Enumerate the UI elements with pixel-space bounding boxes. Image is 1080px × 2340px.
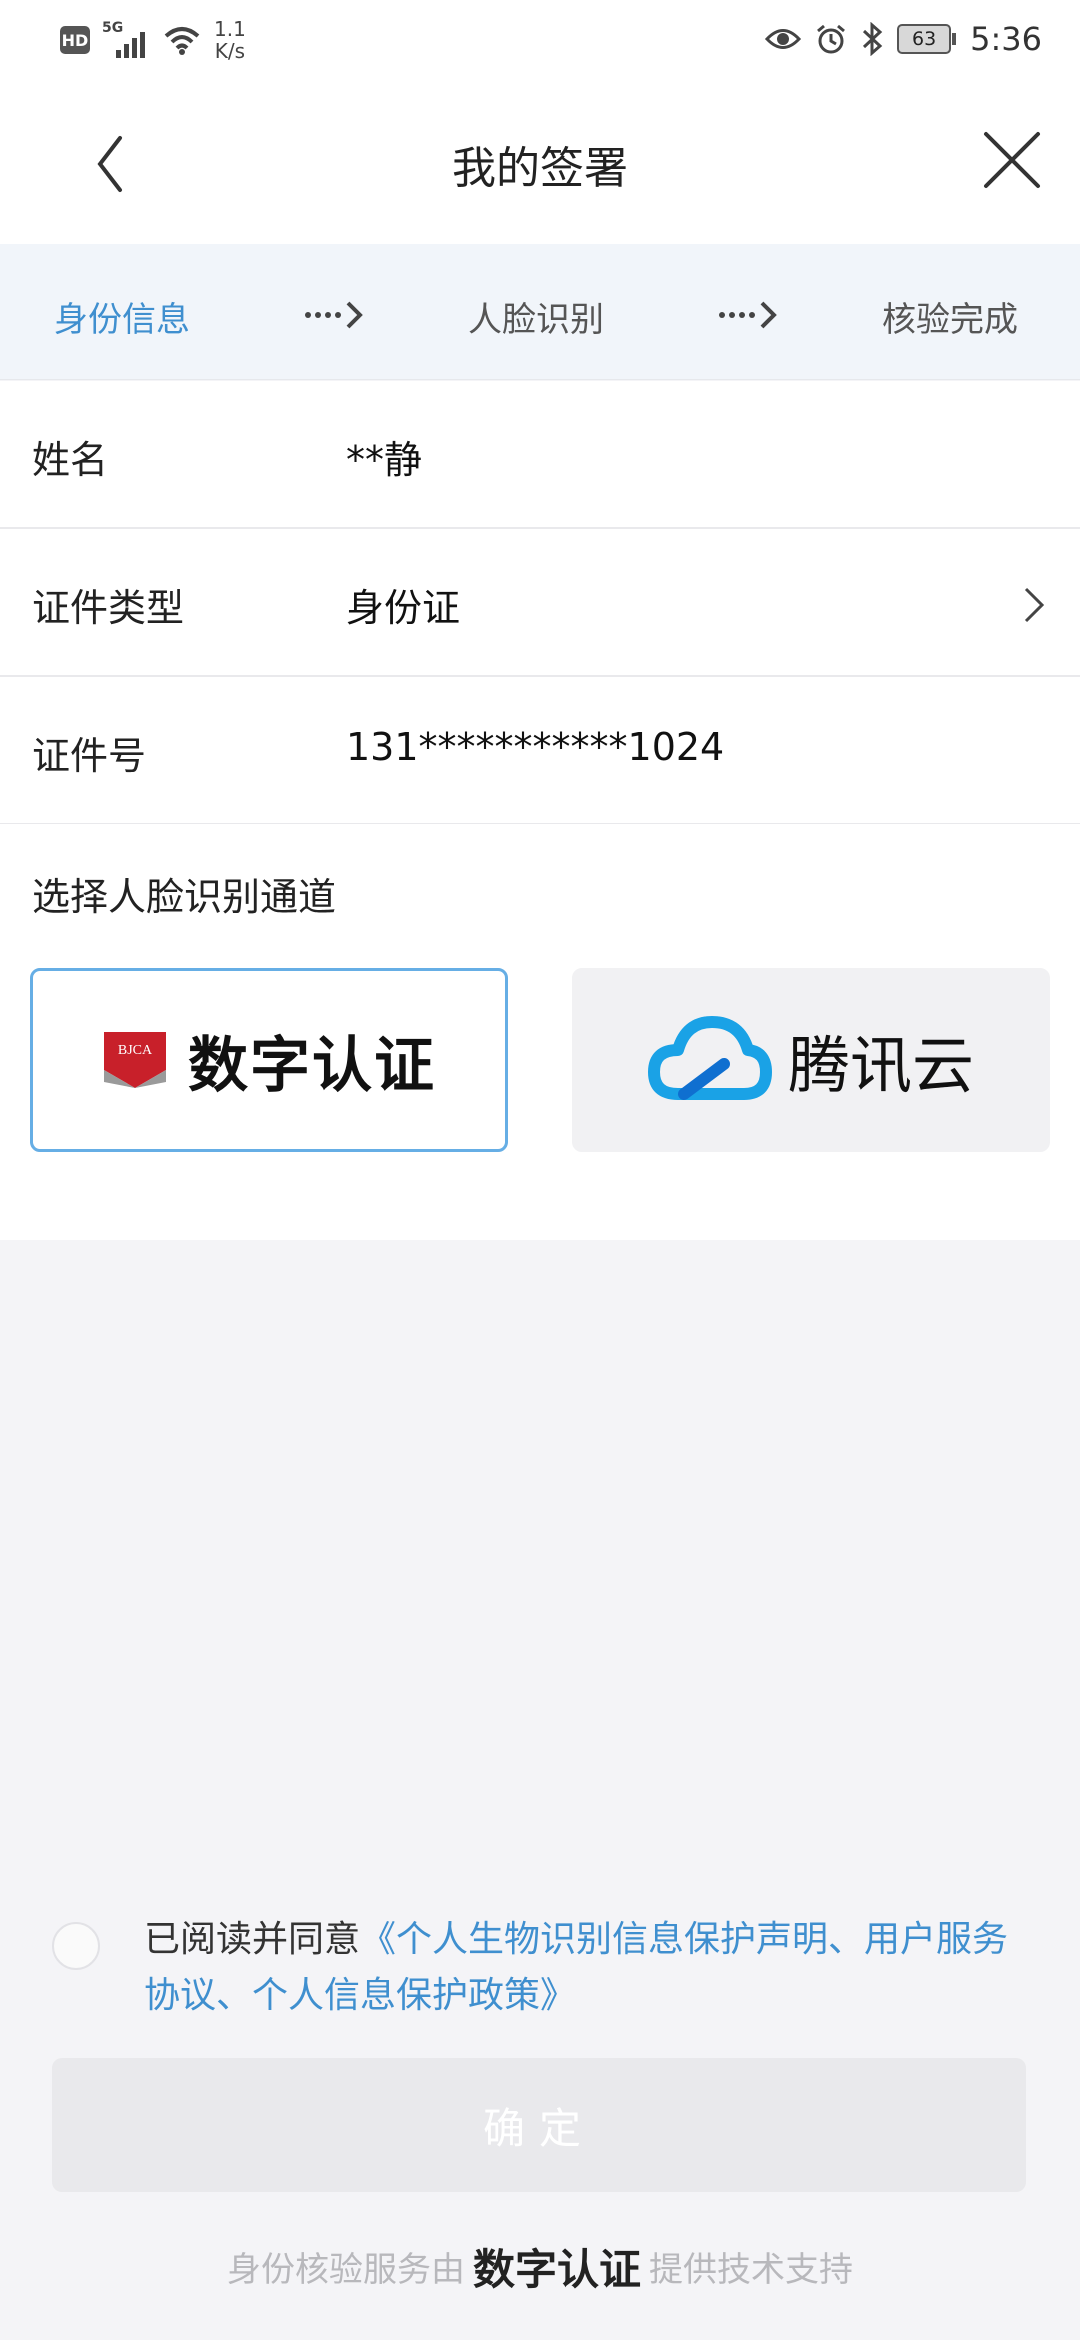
channel-option-bjca[interactable]: BJCA 数字认证 [30,968,508,1152]
network-speed: 1.1 K/s [214,18,246,62]
page-title: 我的签署 [452,143,628,194]
tencent-cloud-logo-icon [647,1016,772,1100]
id-number-value: 131***********1024 [346,725,725,769]
status-right: 63 5:36 [765,20,1042,58]
bjca-logo-icon: BJCA [104,1032,166,1088]
step-verification-complete: 核验完成 [882,300,1018,340]
wifi-icon [164,27,200,55]
dotted-arrow-icon [719,301,777,329]
agree-checkbox[interactable] [52,1922,100,1970]
bluetooth-icon [863,22,883,56]
identity-form: 姓名 **静 证件类型 身份证 证件号 131***********1024 [0,381,1080,825]
battery-level: 63 [897,24,952,54]
name-label: 姓名 [32,438,109,482]
alarm-icon [817,24,846,54]
nav-bar: 我的签署 [0,84,1080,244]
bjca-name: 数字认证 [188,1030,436,1101]
channel-title: 选择人脸识别通道 [32,875,337,919]
confirm-button[interactable]: 确定 [52,2058,1026,2192]
agreement-text: 已阅读并同意《个人生物识别信息保护声明、用户服务协议、个人信息保护政策》 [144,1912,1044,2024]
footer-prefix: 身份核验服务由 [226,2250,465,2290]
signal-icon: 5G [102,20,150,60]
eye-icon [765,29,802,49]
status-left: HD 5G 1.1 K/s [60,18,246,62]
id-type-label: 证件类型 [32,586,185,630]
status-bar: HD 5G 1.1 K/s 63 5:36 [0,0,1080,84]
close-icon[interactable] [976,124,1048,196]
form-row-id-number: 证件号 131***********1024 [0,677,1080,825]
dotted-arrow-icon [305,301,363,329]
form-row-name: 姓名 **静 [0,381,1080,529]
step-identity-info: 身份信息 [54,300,190,340]
battery-icon: 63 [897,24,957,54]
id-type-value: 身份证 [346,586,461,630]
tencent-cloud-name: 腾讯云 [787,1029,974,1102]
speed-unit: K/s [214,39,246,63]
face-channel-section: 选择人脸识别通道 BJCA 数字认证 腾讯云 [0,824,1080,1240]
clock: 5:36 [970,20,1042,58]
agreement-prefix: 已阅读并同意 [144,1919,361,1960]
footer-brand: 数字认证 [472,2245,641,2294]
footer-support: 身份核验服务由 数字认证 提供技术支持 [0,2236,1080,2297]
step-face-recognition: 人脸识别 [468,300,604,340]
channel-option-tencent-cloud[interactable]: 腾讯云 [572,968,1050,1152]
form-row-id-type[interactable]: 证件类型 身份证 [0,529,1080,677]
name-value: **静 [346,438,423,482]
id-number-label: 证件号 [32,734,147,778]
speed-value: 1.1 [214,17,246,41]
hd-badge: HD [60,26,90,54]
bjca-logo-text: BJCA [118,1043,153,1058]
step-indicator: 身份信息 人脸识别 核验完成 [0,244,1080,380]
chevron-right-icon[interactable] [1022,585,1046,625]
footer-suffix: 提供技术支持 [649,2250,853,2290]
